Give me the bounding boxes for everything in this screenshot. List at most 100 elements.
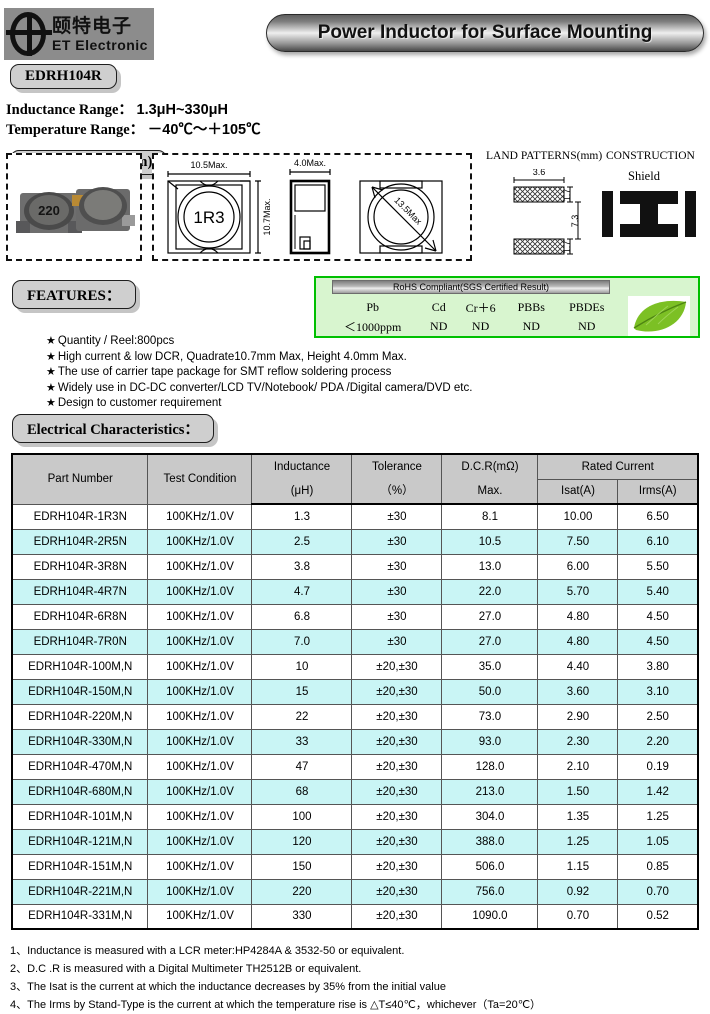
rohs-substance-value: ND [507, 317, 555, 336]
cell-isat: 0.70 [538, 904, 618, 929]
cell-irms: 3.80 [618, 654, 698, 679]
product-photo-illustration: 220 [10, 159, 138, 255]
rohs-substance-value: ＜1000ppm [322, 317, 423, 336]
cell-tolerance: ±20,±30 [352, 779, 442, 804]
temperature-range-label: Temperature Range： [6, 122, 144, 138]
logo-chinese-name: 颐特电子 [52, 17, 148, 36]
electrical-section-badge: Electrical Characteristics： [12, 414, 214, 443]
lp-pad-width-label: 3.6 [533, 169, 546, 177]
temperature-range-row: Temperature Range： －40℃～＋105℃ [6, 120, 261, 140]
table-row: EDRH104R-1R3N100KHz/1.0V1.3±308.110.006.… [12, 504, 698, 529]
rohs-substance-name: Cd [423, 298, 454, 317]
dim-diagonal-label: 13.5Max [392, 195, 424, 227]
cell-test-condition: 100KHz/1.0V [148, 679, 252, 704]
cell-irms: 0.19 [618, 754, 698, 779]
cell-test-condition: 100KHz/1.0V [148, 904, 252, 929]
features-section-label: FEATURES： [27, 284, 121, 305]
cell-part-number: EDRH104R-101M,N [12, 804, 148, 829]
rohs-substance-name: Cr＋6 [454, 298, 507, 317]
document-title: Power Inductor for Surface Mounting [318, 22, 653, 44]
list-item: Design to customer requirement [46, 396, 472, 412]
cell-isat: 7.50 [538, 529, 618, 554]
cell-isat: 1.15 [538, 854, 618, 879]
cell-dcr: 93.0 [442, 729, 538, 754]
cell-dcr: 304.0 [442, 804, 538, 829]
cell-test-condition: 100KHz/1.0V [148, 854, 252, 879]
cell-part-number: EDRH104R-121M,N [12, 829, 148, 854]
cell-tolerance: ±30 [352, 604, 442, 629]
rohs-substance-table: Pb Cd Cr＋6 PBBs PBDEs ＜1000ppm ND ND ND … [322, 298, 618, 336]
electrical-table-body: EDRH104R-1R3N100KHz/1.0V1.3±308.110.006.… [12, 504, 698, 929]
land-pattern-drawing: 3.6 1.7 7.3 1.7 [500, 169, 596, 266]
cell-test-condition: 100KHz/1.0V [148, 779, 252, 804]
cell-isat: 4.80 [538, 604, 618, 629]
features-and-rohs: FEATURES： Quantity / Reel:800pcs High cu… [0, 274, 710, 412]
cell-inductance: 47 [252, 754, 352, 779]
cell-dcr: 13.0 [442, 554, 538, 579]
cell-tolerance: ±20,±30 [352, 754, 442, 779]
table-row: EDRH104R-151M,N100KHz/1.0V150±20,±30506.… [12, 854, 698, 879]
cell-test-condition: 100KHz/1.0V [148, 604, 252, 629]
table-row: EDRH104R-4R7N100KHz/1.0V4.7±3022.05.705.… [12, 579, 698, 604]
col-part-number: Part Number [12, 454, 148, 504]
cell-part-number: EDRH104R-2R5N [12, 529, 148, 554]
cell-part-number: EDRH104R-330M,N [12, 729, 148, 754]
cell-inductance: 2.5 [252, 529, 352, 554]
table-row: EDRH104R-100M,N100KHz/1.0V10±20,±3035.04… [12, 654, 698, 679]
lp-pitch-label: 7.3 [570, 215, 580, 228]
lp-pad-height-top-label: 1.7 [562, 189, 572, 202]
cell-isat: 5.70 [538, 579, 618, 604]
cell-dcr: 506.0 [442, 854, 538, 879]
cell-tolerance: ±30 [352, 629, 442, 654]
cell-dcr: 35.0 [442, 654, 538, 679]
cell-isat: 4.80 [538, 629, 618, 654]
rohs-substance-row: Pb Cd Cr＋6 PBBs PBDEs [322, 298, 618, 317]
dim-marking-text: 1R3 [193, 208, 224, 227]
cell-inductance: 3.8 [252, 554, 352, 579]
table-row: EDRH104R-680M,N100KHz/1.0V68±20,±30213.0… [12, 779, 698, 804]
cell-part-number: EDRH104R-100M,N [12, 654, 148, 679]
cell-part-number: EDRH104R-7R0N [12, 629, 148, 654]
et-monogram-icon [6, 10, 52, 58]
footnote: 4、The Irms by Stand-Type is the current … [10, 996, 710, 1014]
document-title-bar: Power Inductor for Surface Mounting [266, 14, 704, 52]
cell-isat: 6.00 [538, 554, 618, 579]
footnote: 3、The Isat is the current at which the i… [10, 978, 710, 996]
rohs-substance-value: ND [454, 317, 507, 336]
cell-inductance: 33 [252, 729, 352, 754]
company-logo: 颐特电子 ET Electronic [4, 8, 154, 60]
table-row: EDRH104R-470M,N100KHz/1.0V47±20,±30128.0… [12, 754, 698, 779]
rohs-substance-name: PBDEs [555, 298, 618, 317]
dimensions-band: 220 [0, 149, 710, 274]
cell-inductance: 4.7 [252, 579, 352, 604]
cell-part-number: EDRH104R-331M,N [12, 904, 148, 929]
cell-inductance: 1.3 [252, 504, 352, 529]
cell-part-number: EDRH104R-470M,N [12, 754, 148, 779]
cell-inductance: 7.0 [252, 629, 352, 654]
cell-part-number: EDRH104R-151M,N [12, 854, 148, 879]
table-row: EDRH104R-150M,N100KHz/1.0V15±20,±3050.03… [12, 679, 698, 704]
cell-isat: 1.35 [538, 804, 618, 829]
features-list: Quantity / Reel:800pcs High current & lo… [6, 334, 472, 412]
col-tolerance: Tolerance [352, 454, 442, 479]
cell-part-number: EDRH104R-1R3N [12, 504, 148, 529]
inductance-range-label: Inductance Range： [6, 102, 133, 118]
cell-tolerance: ±30 [352, 504, 442, 529]
cell-inductance: 22 [252, 704, 352, 729]
construction-title: CONSTRUCTION [606, 150, 695, 162]
cell-isat: 2.30 [538, 729, 618, 754]
construction-icon [600, 189, 698, 241]
cell-test-condition: 100KHz/1.0V [148, 704, 252, 729]
cell-isat: 3.60 [538, 679, 618, 704]
cell-test-condition: 100KHz/1.0V [148, 879, 252, 904]
cell-isat: 0.92 [538, 879, 618, 904]
cell-isat: 1.50 [538, 779, 618, 804]
cell-inductance: 15 [252, 679, 352, 704]
cell-part-number: EDRH104R-4R7N [12, 579, 148, 604]
dim-top-width-label: 10.5Max. [190, 160, 227, 170]
cell-irms: 1.42 [618, 779, 698, 804]
rohs-value-row: ＜1000ppm ND ND ND ND [322, 317, 618, 336]
inductance-range-value: 1.3μH~330μH [137, 102, 229, 118]
product-photo: 220 [6, 153, 142, 261]
dimension-drawing-svg: 10.5Max. 4.0Max. 10.7Max. 13.5Max 1R3 [154, 155, 470, 259]
